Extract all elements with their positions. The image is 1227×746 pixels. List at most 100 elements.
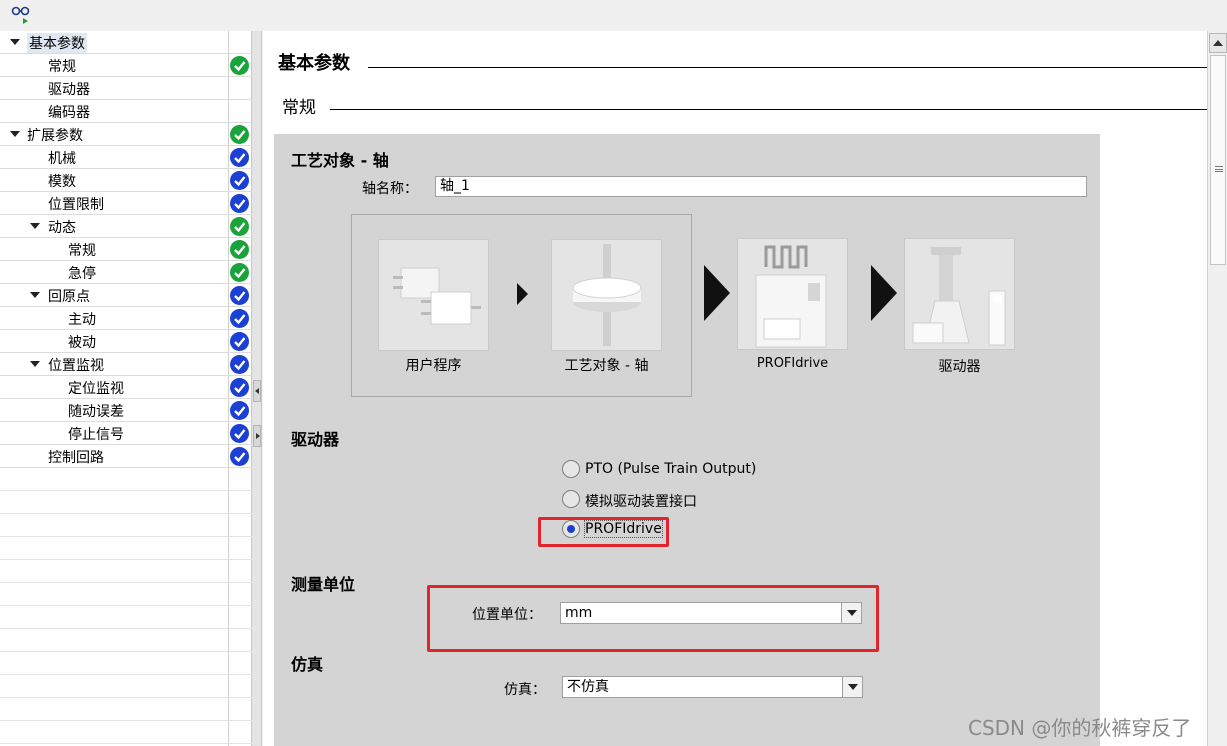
sim-select[interactable]: 不仿真 [562, 676, 863, 698]
tree-item[interactable]: 常规 [0, 238, 252, 261]
expand-arrow-icon[interactable] [30, 361, 40, 367]
radio-button[interactable] [562, 460, 580, 478]
tree-empty-row [0, 583, 252, 606]
tree-item-label: 扩展参数 [27, 128, 83, 144]
info-status-icon [230, 355, 249, 374]
tree-item[interactable]: 扩展参数 [0, 123, 252, 146]
section-rule [368, 67, 1207, 68]
panel-title: 工艺对象 - 轴 [291, 151, 389, 170]
tree-item-label: 急停 [68, 266, 96, 282]
profidrive-caption: PROFIdrive [756, 356, 829, 371]
tree-empty-row [0, 514, 252, 537]
info-status-icon [230, 378, 249, 397]
tree-item[interactable]: 常规 [0, 54, 252, 77]
collapse-left-button[interactable] [253, 380, 261, 402]
drive-caption: 驱动器 [938, 359, 981, 375]
ok-status-icon [230, 240, 249, 259]
tree-item[interactable]: 随动误差 [0, 399, 252, 422]
tree-empty-row [0, 652, 252, 675]
ok-status-icon [230, 125, 249, 144]
expand-arrow-icon[interactable] [10, 131, 20, 137]
radio-analog[interactable]: 模拟驱动装置接口 [562, 489, 762, 511]
info-status-icon [230, 424, 249, 443]
general-panel: 工艺对象 - 轴 轴名称： 轴_1 用户程序 工艺对象 - 轴 PROFIdri… [274, 134, 1100, 746]
tree-item-label: 机械 [48, 151, 76, 167]
tree-item[interactable]: 停止信号 [0, 422, 252, 445]
tree-item-label: 基本参数 [27, 33, 87, 53]
tree-item[interactable]: 编码器 [0, 100, 252, 123]
tree-empty-row [0, 491, 252, 514]
tree-item-label: 模数 [48, 174, 76, 190]
scroll-thumb[interactable] [1210, 55, 1226, 265]
sim-label: 仿真： [504, 682, 546, 698]
tree-empty-row [0, 537, 252, 560]
tree-item[interactable]: 位置限制 [0, 192, 252, 215]
glasses-icon[interactable] [11, 4, 35, 26]
tree-empty-row [0, 606, 252, 629]
error-status-icon [230, 102, 249, 121]
flow-arrow-icon [517, 283, 528, 305]
tree-empty-row [0, 560, 252, 583]
info-status-icon [230, 309, 249, 328]
highlight-box [427, 585, 879, 652]
pane-splitter[interactable] [252, 31, 262, 746]
grip-icon [1215, 166, 1223, 172]
section-title: 基本参数 [278, 53, 350, 74]
radio-analog-label: 模拟驱动装置接口 [585, 494, 697, 510]
profidrive-image [737, 238, 848, 350]
info-status-icon [230, 148, 249, 167]
chevron-down-icon[interactable] [842, 677, 862, 697]
radio-pto-label: PTO (Pulse Train Output) [585, 461, 757, 477]
toolbar [0, 0, 1227, 31]
axis-flow-diagram: 用户程序 工艺对象 - 轴 [351, 214, 692, 397]
tree-item-label: 动态 [48, 220, 76, 236]
tree-item[interactable]: 模数 [0, 169, 252, 192]
tree-item[interactable]: 控制回路 [0, 445, 252, 468]
user-program-image [378, 239, 489, 351]
expand-right-button[interactable] [253, 425, 261, 447]
ok-status-icon [230, 217, 249, 236]
tree-item[interactable]: 位置监视 [0, 353, 252, 376]
expand-arrow-icon[interactable] [30, 223, 40, 229]
tree-item[interactable]: 急停 [0, 261, 252, 284]
drive-group-title: 驱动器 [291, 430, 340, 449]
expand-arrow-icon[interactable] [10, 39, 20, 45]
tree-item-label: 位置监视 [48, 358, 104, 374]
tree-item[interactable]: 定位监视 [0, 376, 252, 399]
tree-item-label: 被动 [68, 335, 96, 351]
tree-item[interactable]: 主动 [0, 307, 252, 330]
drive-image [904, 238, 1015, 350]
info-status-icon [230, 447, 249, 466]
info-status-icon [230, 401, 249, 420]
ok-status-icon [230, 56, 249, 75]
tree-item-label: 主动 [68, 312, 96, 328]
tree-empty-row [0, 675, 252, 698]
sim-group-title: 仿真 [291, 655, 324, 674]
subsection-title: 常规 [282, 98, 316, 118]
tree-item[interactable]: 动态 [0, 215, 252, 238]
axis-name-input[interactable]: 轴_1 [435, 176, 1087, 197]
scroll-up-button[interactable] [1209, 33, 1227, 53]
tree-item[interactable]: 机械 [0, 146, 252, 169]
tree-item-label: 控制回路 [48, 450, 104, 466]
tree-item-label: 位置限制 [48, 197, 104, 213]
tree-item-label: 驱动器 [48, 82, 90, 98]
tree-item[interactable]: 驱动器 [0, 77, 252, 100]
error-status-icon [230, 79, 249, 98]
tree-item-label: 停止信号 [68, 427, 124, 443]
tree-item[interactable]: 回原点 [0, 284, 252, 307]
tree-empty-row [0, 721, 252, 744]
radio-button[interactable] [562, 490, 580, 508]
info-status-icon [230, 332, 249, 351]
error-status-icon [230, 33, 249, 52]
subsection-rule [330, 109, 1207, 110]
expand-arrow-icon[interactable] [30, 292, 40, 298]
tree-item-label: 随动误差 [68, 404, 124, 420]
vertical-scrollbar[interactable] [1207, 31, 1227, 746]
tree-item[interactable]: 基本参数 [0, 31, 252, 54]
tree-item-label: 常规 [68, 243, 96, 259]
tree-item[interactable]: 被动 [0, 330, 252, 353]
flow-arrow-large-icon [704, 265, 730, 321]
tree-item-label: 常规 [48, 59, 76, 75]
radio-pto[interactable]: PTO (Pulse Train Output) [562, 459, 782, 481]
